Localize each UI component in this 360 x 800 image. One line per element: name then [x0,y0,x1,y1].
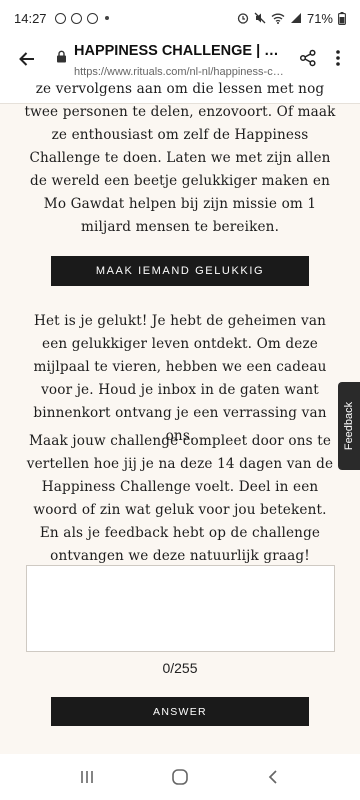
feedback-paragraph: Maak jouw challenge compleet door ons te… [26,433,334,564]
wifi-icon [271,13,285,24]
recents-button[interactable] [67,762,107,792]
more-notifications-icon [104,16,109,20]
nav-back-button[interactable] [253,762,293,792]
signal-icon [290,13,301,23]
feedback-tab[interactable]: Feedback [338,382,360,470]
home-icon [172,769,188,785]
messenger-icon [70,12,82,24]
page-url[interactable]: https://www.rituals.com/nl-nl/happiness-… [74,66,288,78]
more-menu-button[interactable] [326,44,350,72]
status-bar: 14:27 71% [0,0,360,36]
status-left: 14:27 [14,11,109,26]
page-title[interactable]: HAPPINESS CHALLENGE | RITUA... [74,43,286,59]
notification-icon [54,12,66,24]
arrow-left-icon [19,52,34,66]
system-nav-bar [0,754,360,800]
battery-percent: 71% [306,10,333,26]
char-counter: 0/255 [162,660,198,676]
intro-paragraph: ze vervolgens aan om die lessen met nog … [24,81,336,235]
back-button[interactable] [12,44,42,74]
whatsapp-icon [86,12,98,24]
battery-icon [338,11,346,25]
more-vert-icon [336,50,340,66]
feedback-tab-label: Feedback [343,401,355,451]
feedback-textarea[interactable] [26,565,335,652]
alarm-icon [237,13,249,24]
recents-icon [80,771,93,783]
make-someone-happy-button[interactable]: MAAK IEMAND GELUKKIG [51,256,309,286]
answer-button[interactable]: ANSWER [51,697,309,726]
lock-icon [57,50,66,63]
home-button[interactable] [160,762,200,792]
status-right: 71% [237,11,346,26]
nav-back-icon [269,770,277,784]
success-paragraph: Het is je gelukt! Je hebt de geheimen va… [33,313,327,444]
share-icon [299,49,316,67]
status-time: 14:27 [14,10,47,26]
mute-icon [254,12,266,24]
share-button[interactable] [294,44,322,72]
